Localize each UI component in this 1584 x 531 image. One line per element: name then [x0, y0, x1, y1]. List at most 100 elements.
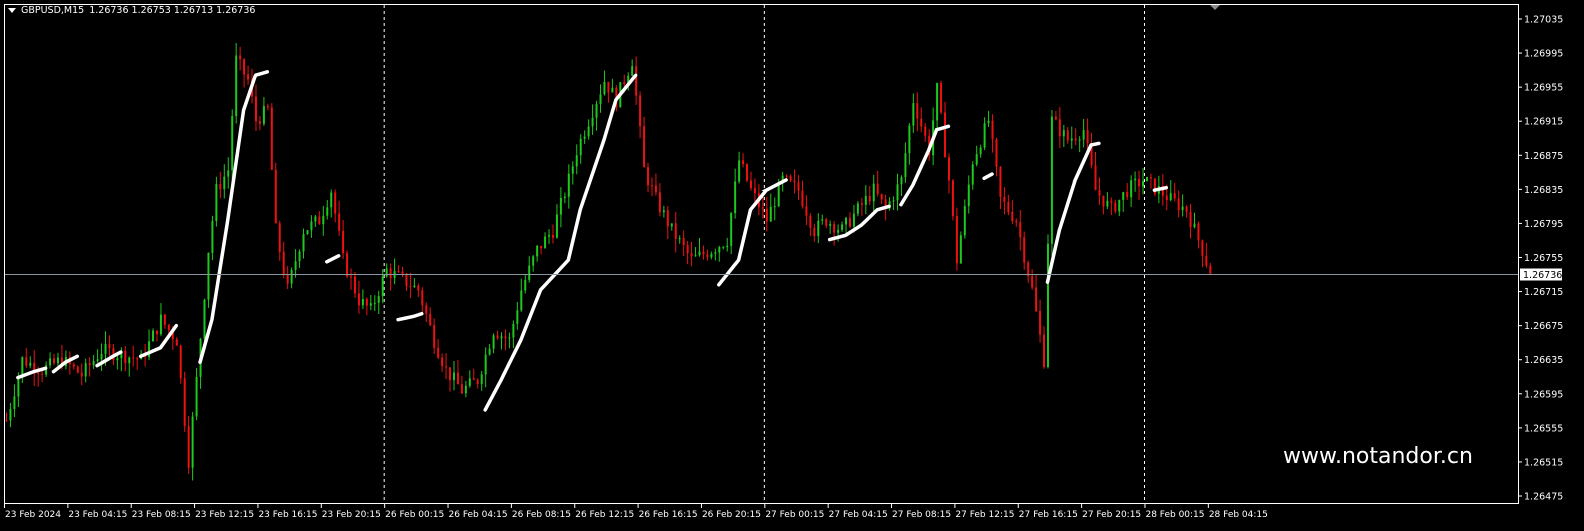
candle-body: [405, 273, 408, 287]
candle-body: [512, 323, 515, 338]
candle-body: [1043, 334, 1046, 367]
candle: [1066, 126, 1069, 144]
candle-body: [967, 184, 970, 207]
candle-body: [658, 192, 661, 213]
candle-body: [1181, 206, 1184, 211]
candle: [1138, 170, 1141, 200]
candle: [334, 189, 337, 223]
candle-body: [595, 104, 598, 118]
candle: [559, 187, 562, 228]
candle-body: [29, 362, 32, 366]
candle-body: [607, 81, 610, 93]
candle-body: [567, 173, 570, 197]
candle: [1094, 151, 1097, 191]
candle: [1197, 221, 1200, 249]
candle-body: [793, 180, 796, 183]
candle-body: [734, 181, 737, 214]
candle: [544, 232, 547, 249]
candle-body: [797, 182, 800, 191]
candle-body: [1114, 202, 1117, 212]
chart-shift-marker[interactable]: [1210, 5, 1220, 10]
candle: [908, 123, 911, 165]
x-tick-label: 23 Feb 20:15: [322, 510, 381, 520]
candle-body: [773, 206, 776, 208]
candle-body: [896, 184, 899, 201]
candle-body: [1142, 181, 1145, 187]
candle-body: [449, 367, 452, 381]
candle-body: [540, 245, 543, 249]
candle-body: [559, 197, 562, 215]
candle-body: [694, 255, 697, 257]
candle-body: [722, 247, 725, 249]
candle: [682, 230, 685, 257]
candle: [1054, 110, 1057, 121]
candle-body: [1023, 237, 1026, 263]
candle: [159, 303, 162, 337]
candle: [227, 157, 230, 189]
candle: [563, 192, 566, 204]
candle-body: [1058, 119, 1061, 137]
candle: [49, 352, 52, 369]
candle: [239, 46, 242, 71]
candle: [13, 384, 16, 418]
candle-body: [975, 154, 978, 165]
candle-body: [955, 216, 958, 264]
candle-body: [579, 138, 582, 156]
candle: [690, 241, 693, 267]
candle-body: [1102, 195, 1105, 207]
candle: [472, 368, 475, 381]
candle-body: [175, 339, 178, 346]
candle-body: [413, 285, 416, 288]
candle-body: [1031, 276, 1034, 288]
candle-body: [1110, 200, 1113, 203]
candle-body: [710, 253, 713, 258]
candle-body: [1094, 165, 1097, 191]
candle-body: [650, 185, 653, 187]
candle: [951, 179, 954, 221]
candle-body: [1039, 310, 1042, 335]
candle: [524, 274, 527, 294]
candle-body: [1138, 178, 1141, 187]
candle-body: [373, 302, 376, 304]
candle: [377, 290, 380, 315]
candle: [361, 289, 364, 310]
chart-frame: [4, 4, 1519, 504]
y-tick-label: 1.26835: [1524, 185, 1563, 196]
candle-body: [472, 378, 475, 380]
candle: [1078, 136, 1081, 153]
candle: [433, 318, 436, 355]
candle-body: [944, 112, 947, 158]
dropdown-triangle-icon[interactable]: [8, 8, 16, 13]
candle: [96, 349, 99, 363]
candle: [1035, 274, 1038, 313]
candle: [864, 185, 867, 215]
candle: [967, 175, 970, 214]
candle-body: [326, 207, 329, 216]
candle: [599, 84, 602, 113]
candle: [991, 114, 994, 153]
candle-body: [908, 125, 911, 154]
candle-body: [603, 81, 606, 95]
candle: [417, 283, 420, 298]
candle-body: [84, 363, 87, 377]
candle: [801, 180, 804, 209]
candle: [243, 58, 246, 88]
indicator-line: [138, 323, 179, 359]
candle: [100, 343, 103, 372]
candle-body: [353, 276, 356, 294]
candle: [1177, 190, 1180, 218]
candle-body: [128, 357, 131, 364]
candle: [187, 415, 190, 474]
candle-body: [41, 373, 44, 375]
candle: [551, 224, 554, 244]
candle: [385, 263, 388, 278]
candle-body: [254, 96, 257, 122]
candle-body: [187, 426, 190, 468]
candle-body: [1082, 130, 1085, 140]
candle-body: [53, 358, 56, 364]
candle: [484, 347, 487, 388]
candle: [647, 162, 650, 193]
candle-body: [361, 299, 364, 306]
candle-body: [488, 348, 491, 355]
candle-body: [639, 95, 642, 127]
